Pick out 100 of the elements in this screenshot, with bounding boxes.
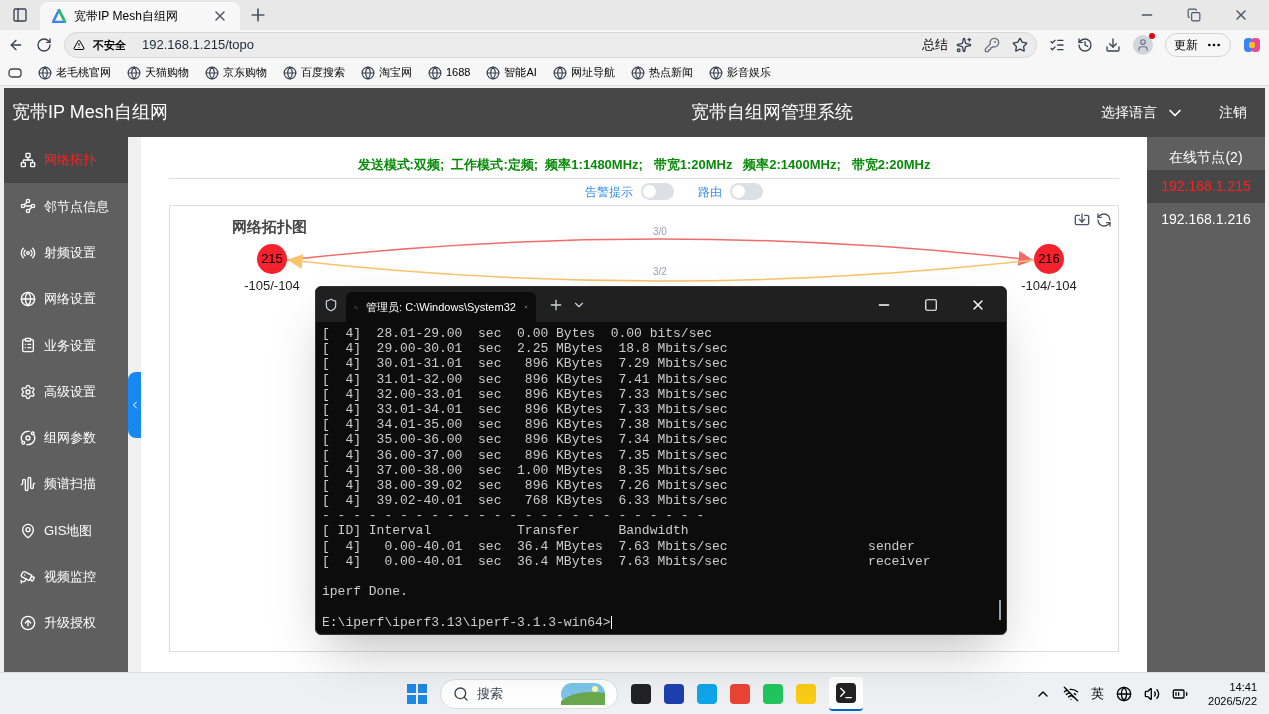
terminal-line: [ 4] 0.00-40.01 sec 36.4 MBytes 7.63 Mbits/sec receiver <box>322 553 932 569</box>
download-icon[interactable] <box>1105 37 1121 53</box>
collapse-handle[interactable] <box>128 371 141 438</box>
terminal-line: [ 4] 32.00-33.01 sec 896 KBytes 7.33 Mbits/sec <box>322 386 729 402</box>
copilot-icon[interactable] <box>1243 36 1261 54</box>
browser-tab[interactable]: 宽带IP Mesh自组网 <box>40 2 240 30</box>
star-icon[interactable] <box>1012 37 1028 53</box>
clock-date[interactable]: 2026/5/22 <box>1208 693 1257 708</box>
globe-icon <box>20 291 36 308</box>
windows-start-icon[interactable] <box>406 683 427 704</box>
upload-icon <box>20 615 36 632</box>
terminal-line: - - - - - - - - - - - - - - - - - - - - - - - - - <box>322 508 706 524</box>
terminal-tab[interactable]: 管理员: C:\Windows\System32 <box>346 292 536 322</box>
bookmark-link[interactable]: 天猫购物 <box>127 64 189 81</box>
bookmark-link[interactable]: 淘宝网 <box>361 64 412 81</box>
sparkle-icon[interactable] <box>956 37 972 53</box>
terminal-line: [ 4] 30.01-31.01 sec 896 KBytes 7.29 Mbits/sec <box>322 356 729 372</box>
ime-indicator[interactable]: 英 <box>1091 683 1105 704</box>
files-icon[interactable] <box>630 683 651 704</box>
volume-icon[interactable] <box>1144 685 1161 702</box>
globe-icon <box>486 65 501 80</box>
address-bar[interactable]: 不安全 192.168.1.215/topo 总结 <box>64 32 1037 58</box>
link-label: 3/0 <box>653 224 667 239</box>
route-icon <box>20 198 36 215</box>
network-icon <box>20 152 36 169</box>
app-title: 宽带自组网管理系统 <box>689 101 854 124</box>
sidebar-item[interactable]: 网络设置 <box>4 275 128 323</box>
sidebar-item[interactable]: 升级授权 <box>4 599 128 647</box>
terminal-line: [ 4] 29.00-30.01 sec 2.25 MBytes 18.8 Mbits/sec <box>322 341 729 357</box>
scrollbar[interactable] <box>999 600 1001 620</box>
logout-link[interactable]: 注销 <box>1219 102 1247 123</box>
node-list-item[interactable]: 192.168.1.216 <box>1147 203 1265 236</box>
user-icon <box>1136 38 1150 52</box>
map-pin-icon <box>20 522 36 539</box>
chrome-icon[interactable] <box>729 683 750 704</box>
history-icon[interactable] <box>1077 37 1093 53</box>
refresh-icon[interactable] <box>1096 211 1112 228</box>
bookmark-link[interactable]: 京东购物 <box>205 64 267 81</box>
url-text: 192.168.1.215/topo <box>142 36 255 55</box>
node-reading: -105/-104 <box>244 276 300 295</box>
node-reading: -104/-104 <box>1021 276 1077 295</box>
globe-icon <box>708 65 723 80</box>
toggle-label: 路由 <box>698 183 722 201</box>
sidebar-item[interactable]: 邻节点信息 <box>4 183 128 230</box>
back-icon[interactable] <box>8 37 24 53</box>
sidebar-item[interactable]: 频谱扫描 <box>4 461 128 508</box>
bookmark-link[interactable]: 智能AI <box>486 64 537 81</box>
status-text: 发送模式:双频; 工作模式:定频; 频率1:1480MHz; 带宽1:20MHz 频率2:1400MHz; 带宽2:20MHz <box>169 137 1119 179</box>
download-icon[interactable] <box>1074 211 1090 228</box>
camera-icon <box>20 568 36 585</box>
toggle-switch[interactable] <box>641 183 674 200</box>
bookmark-link[interactable]: 1688 <box>428 64 471 81</box>
profile-avatar[interactable] <box>1133 35 1153 55</box>
globe-icon <box>205 65 219 80</box>
sidebar-item[interactable]: 高级设置 <box>4 368 128 415</box>
link-label: 3/2 <box>653 264 667 279</box>
search-icon <box>452 685 469 702</box>
toggle-switch[interactable] <box>730 183 763 200</box>
sidebar-item[interactable]: 组网参数 <box>4 414 128 462</box>
reload-icon[interactable] <box>36 37 52 53</box>
terminal-line: [ 4] 34.01-35.00 sec 896 KBytes 7.38 Mbits/sec <box>322 417 729 433</box>
globe-icon <box>283 65 297 80</box>
bookmark-link[interactable]: 影音娱乐 <box>708 64 771 81</box>
bookmark-bar-icon[interactable] <box>8 67 22 78</box>
language-select[interactable]: 选择语言 <box>1101 102 1211 123</box>
shield-icon <box>324 297 338 312</box>
sidebar-item[interactable]: 视频监控 <box>4 553 128 600</box>
globe-icon <box>428 65 442 80</box>
summary-label[interactable]: 总结 <box>922 35 948 55</box>
clock-time[interactable]: 14:41 <box>1229 679 1257 694</box>
sidebar-item[interactable]: 射频设置 <box>4 229 128 276</box>
bookmark-link[interactable]: 百度搜索 <box>283 64 345 81</box>
favorites-icon[interactable] <box>1049 37 1065 53</box>
triangle-logo-icon <box>52 9 66 23</box>
warning-icon <box>73 39 85 51</box>
globe-icon <box>38 65 52 80</box>
terminal-line: [ 4] 35.00-36.00 sec 896 KBytes 7.34 Mbits/sec <box>322 432 729 448</box>
sidebar-item[interactable]: 业务设置 <box>4 322 128 369</box>
maximize-icon[interactable] <box>924 297 938 312</box>
bookmark-link[interactable]: 网址导航 <box>552 64 615 81</box>
sidebar-item[interactable]: GIS地图 <box>4 507 128 554</box>
security-label: 不安全 <box>93 37 126 53</box>
network-icon[interactable] <box>1116 685 1133 702</box>
terminal-line: [ 4] 31.01-32.00 sec 896 KBytes 7.41 Mbits/sec <box>322 371 729 387</box>
terminal-taskbar-icon[interactable] <box>828 676 863 711</box>
sidebar-toggle-icon[interactable] <box>12 7 28 23</box>
search-field[interactable]: 搜索 <box>439 678 618 709</box>
toggle-label: 告警提示 <box>585 183 633 201</box>
bookmark-link[interactable]: 老毛桃官网 <box>38 64 111 81</box>
globe-icon <box>127 65 141 80</box>
topology-title: 网络拓扑图 <box>232 216 307 237</box>
terminal-line: [ 4] 37.00-38.00 sec 1.00 MBytes 8.35 Mbits/sec <box>322 462 729 478</box>
store-icon[interactable] <box>663 683 684 704</box>
bookmark-link[interactable]: 热点新闻 <box>630 64 693 81</box>
command-prompt[interactable]: E:\iperf\iperf3.13\iperf-3.1.3-win64> <box>322 614 1000 630</box>
restore-icon[interactable] <box>1187 8 1201 22</box>
key-icon[interactable] <box>984 37 1000 53</box>
online-nodes-title: 在线节点(2) <box>1168 148 1244 167</box>
terminal-icon <box>835 682 856 703</box>
globe-icon <box>361 65 375 80</box>
